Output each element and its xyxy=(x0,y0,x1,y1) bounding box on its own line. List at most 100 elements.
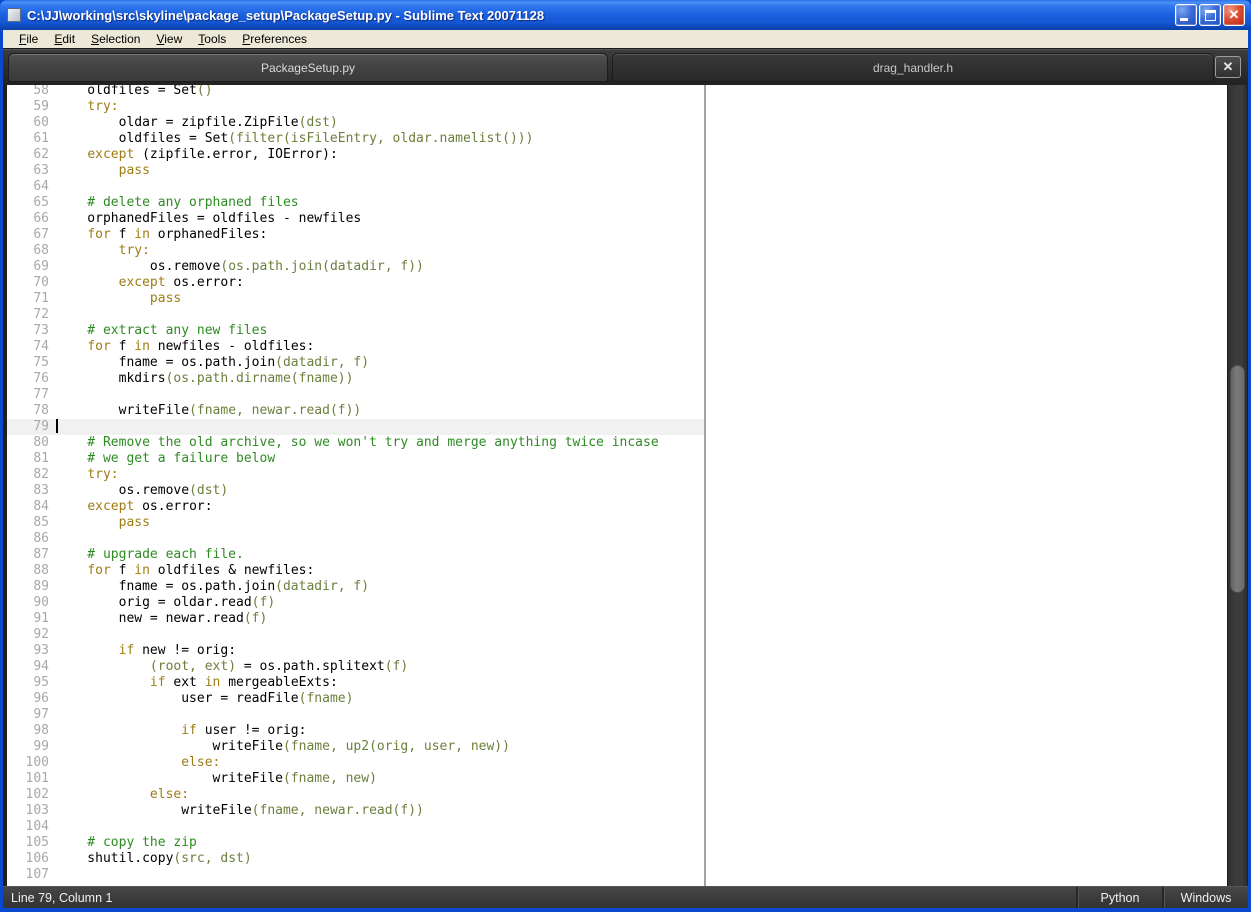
line-number: 97 xyxy=(33,707,49,722)
code-line[interactable]: 97 xyxy=(7,707,704,723)
code-line[interactable]: 70 except os.error: xyxy=(7,275,704,291)
line-number: 104 xyxy=(25,819,49,834)
code-text: else: xyxy=(181,755,221,770)
line-number: 77 xyxy=(33,387,49,402)
code-text: except os.error: xyxy=(118,275,244,290)
editor-area: 58 oldfiles = Set() 59 try: 60 oldar = zip… xyxy=(3,85,1248,886)
tab-packagesetup-py[interactable]: PackageSetup.py xyxy=(8,53,608,82)
code-line[interactable]: 68 try: xyxy=(7,243,704,259)
line-number: 70 xyxy=(33,275,49,290)
title-bar[interactable]: C:\JJ\working\src\skyline\package_setup\… xyxy=(0,0,1251,30)
minimize-button[interactable] xyxy=(1175,4,1197,26)
menu-preferences[interactable]: Preferences xyxy=(234,31,315,48)
code-line[interactable]: 75 fname = os.path.join(datadir, f) xyxy=(7,355,704,371)
code-text: except (zipfile.error, IOError): xyxy=(87,147,338,162)
code-line[interactable]: 85 pass xyxy=(7,515,704,531)
syntax-selector[interactable]: Python xyxy=(1076,887,1162,908)
code-text: writeFile(fname, newar.read(f)) xyxy=(56,403,362,418)
tab-drag-handler-h[interactable]: drag_handler.h xyxy=(612,53,1214,82)
tab-label: PackageSetup.py xyxy=(260,60,356,75)
code-line[interactable]: 64 xyxy=(7,179,704,195)
menu-file[interactable]: File xyxy=(11,31,46,48)
code-line[interactable]: 95 if ext in mergeableExts: xyxy=(7,675,704,691)
code-text: (root, ext) = os.path.splitext(f) xyxy=(149,659,409,674)
code-line[interactable]: 82 try: xyxy=(7,467,704,483)
line-number: 106 xyxy=(25,851,49,866)
menu-edit[interactable]: Edit xyxy=(46,31,83,48)
code-line[interactable]: 60 oldar = zipfile.ZipFile(dst) xyxy=(7,115,704,131)
code-line[interactable]: 91 new = newar.read(f) xyxy=(7,611,704,627)
code-line[interactable]: 79 xyxy=(7,419,704,435)
code-line[interactable]: 96 user = readFile(fname) xyxy=(7,691,704,707)
code-line[interactable]: 90 orig = oldar.read(f) xyxy=(7,595,704,611)
maximize-button[interactable] xyxy=(1199,4,1221,26)
code-line[interactable]: 81 # we get a failure below xyxy=(7,451,704,467)
line-endings-selector[interactable]: Windows xyxy=(1162,887,1248,908)
line-number: 68 xyxy=(33,243,49,258)
line-number: 99 xyxy=(33,739,49,754)
code-line[interactable]: 99 writeFile(fname, up2(orig, user, new)… xyxy=(7,739,704,755)
code-line[interactable]: 67 for f in orphanedFiles: xyxy=(7,227,704,243)
code-line[interactable]: 106 shutil.copy(src, dst) xyxy=(7,851,704,867)
code-line[interactable]: 65 # delete any orphaned files xyxy=(7,195,704,211)
code-line[interactable]: 61 oldfiles = Set(filter(isFileEntry, ol… xyxy=(7,131,704,147)
close-button[interactable]: ✕ xyxy=(1223,4,1245,26)
code-line[interactable]: 76 mkdirs(os.path.dirname(fname)) xyxy=(7,371,704,387)
code-line[interactable]: 105 # copy the zip xyxy=(7,835,704,851)
code-line[interactable]: 94 (root, ext) = os.path.splitext(f) xyxy=(7,659,704,675)
menu-tools[interactable]: Tools xyxy=(190,31,234,48)
close-icon: ✕ xyxy=(1228,7,1240,22)
code-line[interactable]: 63 pass xyxy=(7,163,704,179)
code-line[interactable]: 73 # extract any new files xyxy=(7,323,704,339)
editor-pane-left[interactable]: 58 oldfiles = Set() 59 try: 60 oldar = zip… xyxy=(7,85,706,886)
code-line[interactable]: 84 except os.error: xyxy=(7,499,704,515)
code-line[interactable]: 69 os.remove(os.path.join(datadir, f)) xyxy=(7,259,704,275)
line-number: 96 xyxy=(33,691,49,706)
code-line[interactable]: 100 else: xyxy=(7,755,704,771)
line-number: 74 xyxy=(33,339,49,354)
code-line[interactable]: 87 # upgrade each file. xyxy=(7,547,704,563)
code-line[interactable]: 89 fname = os.path.join(datadir, f) xyxy=(7,579,704,595)
code-text: new = newar.read(f) xyxy=(56,611,268,626)
line-number: 103 xyxy=(25,803,49,818)
code-line[interactable]: 77 xyxy=(7,387,704,403)
code-text: try: xyxy=(118,243,150,258)
code-line[interactable]: 59 try: xyxy=(7,99,704,115)
editor-pane-right[interactable] xyxy=(706,85,1227,886)
code-text: pass xyxy=(118,163,150,178)
code-line[interactable]: 74 for f in newfiles - oldfiles: xyxy=(7,339,704,355)
code-line[interactable]: 72 xyxy=(7,307,704,323)
code-line[interactable]: 93 if new != orig: xyxy=(7,643,704,659)
scrollbar-thumb[interactable] xyxy=(1230,365,1245,593)
menu-view[interactable]: View xyxy=(148,31,190,48)
code-line[interactable]: 86 xyxy=(7,531,704,547)
code-text: oldfiles = Set() xyxy=(56,85,213,98)
code-text xyxy=(49,419,58,435)
code-line[interactable]: 83 os.remove(dst) xyxy=(7,483,704,499)
line-number: 75 xyxy=(33,355,49,370)
code-line[interactable]: 92 xyxy=(7,627,704,643)
code-line[interactable]: 102 else: xyxy=(7,787,704,803)
line-number: 61 xyxy=(33,131,49,146)
code-line[interactable]: 88 for f in oldfiles & newfiles: xyxy=(7,563,704,579)
code-line[interactable]: 71 pass xyxy=(7,291,704,307)
tab-bar: PackageSetup.py drag_handler.h ✕ xyxy=(3,48,1248,85)
vertical-scrollbar[interactable] xyxy=(1227,85,1247,886)
code-line[interactable]: 58 oldfiles = Set() xyxy=(7,85,704,99)
code-line[interactable]: 107 xyxy=(7,867,704,883)
code-line[interactable]: 104 xyxy=(7,819,704,835)
line-number: 84 xyxy=(33,499,49,514)
code-line[interactable]: 103 writeFile(fname, newar.read(f)) xyxy=(7,803,704,819)
code-line[interactable]: 80 # Remove the old archive, so we won't… xyxy=(7,435,704,451)
code-line[interactable]: 78 writeFile(fname, newar.read(f)) xyxy=(7,403,704,419)
tab-close-button[interactable]: ✕ xyxy=(1215,56,1241,78)
code-line[interactable]: 101 writeFile(fname, new) xyxy=(7,771,704,787)
code-text: os.remove(os.path.join(datadir, f)) xyxy=(56,259,424,274)
code-line[interactable]: 66 orphanedFiles = oldfiles - newfiles xyxy=(7,211,704,227)
menu-selection[interactable]: Selection xyxy=(83,31,148,48)
code-line[interactable]: 98 if user != orig: xyxy=(7,723,704,739)
code-line[interactable]: 62 except (zipfile.error, IOError): xyxy=(7,147,704,163)
code-lines: 58 oldfiles = Set() 59 try: 60 oldar = zip… xyxy=(7,85,704,883)
